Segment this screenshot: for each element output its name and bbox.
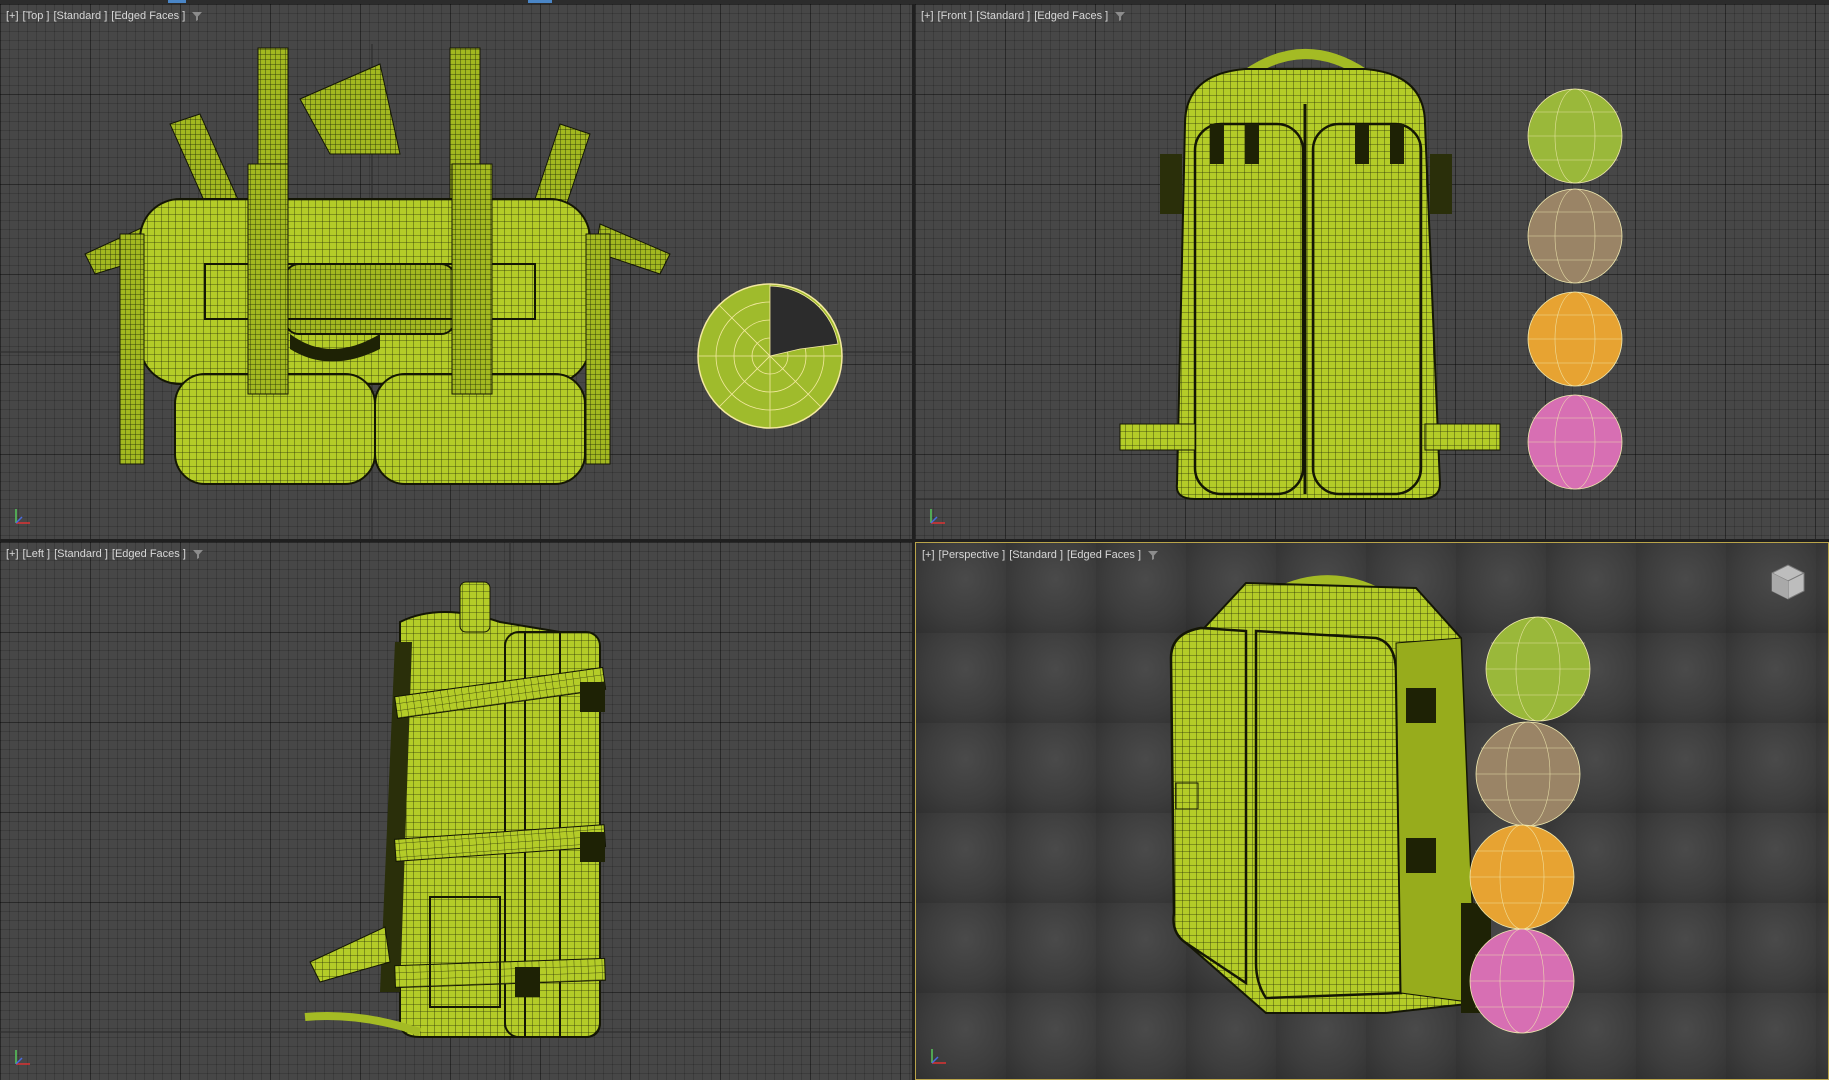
left-view-model	[0, 542, 912, 1080]
viewport-perspective[interactable]: [+] [Perspective ] [Standard ] [Edged Fa…	[915, 542, 1829, 1080]
viewport-front[interactable]: [+] [Front ] [Standard ] [Edged Faces ]	[915, 4, 1829, 539]
axis-tripod-icon	[15, 1050, 30, 1065]
perspective-view-model	[1169, 575, 1591, 1034]
axis-tripod-icon	[931, 1049, 946, 1064]
viewport-left[interactable]: [+] [Left ] [Standard ] [Edged Faces ]	[0, 542, 912, 1080]
front-view-model	[915, 49, 1829, 500]
axis-tripod-icon	[930, 509, 945, 524]
axis-tripod-icon	[15, 509, 30, 524]
toolbar-tab-marker	[168, 0, 186, 3]
viewport-top[interactable]: [+] [Top ] [Standard ] [Edged Faces ]	[0, 4, 912, 539]
viewport-workspace: [+] [Top ] [Standard ] [Edged Faces ] [+…	[0, 0, 1829, 1080]
top-view-model	[0, 44, 912, 539]
toolbar-tab-marker	[528, 0, 552, 3]
